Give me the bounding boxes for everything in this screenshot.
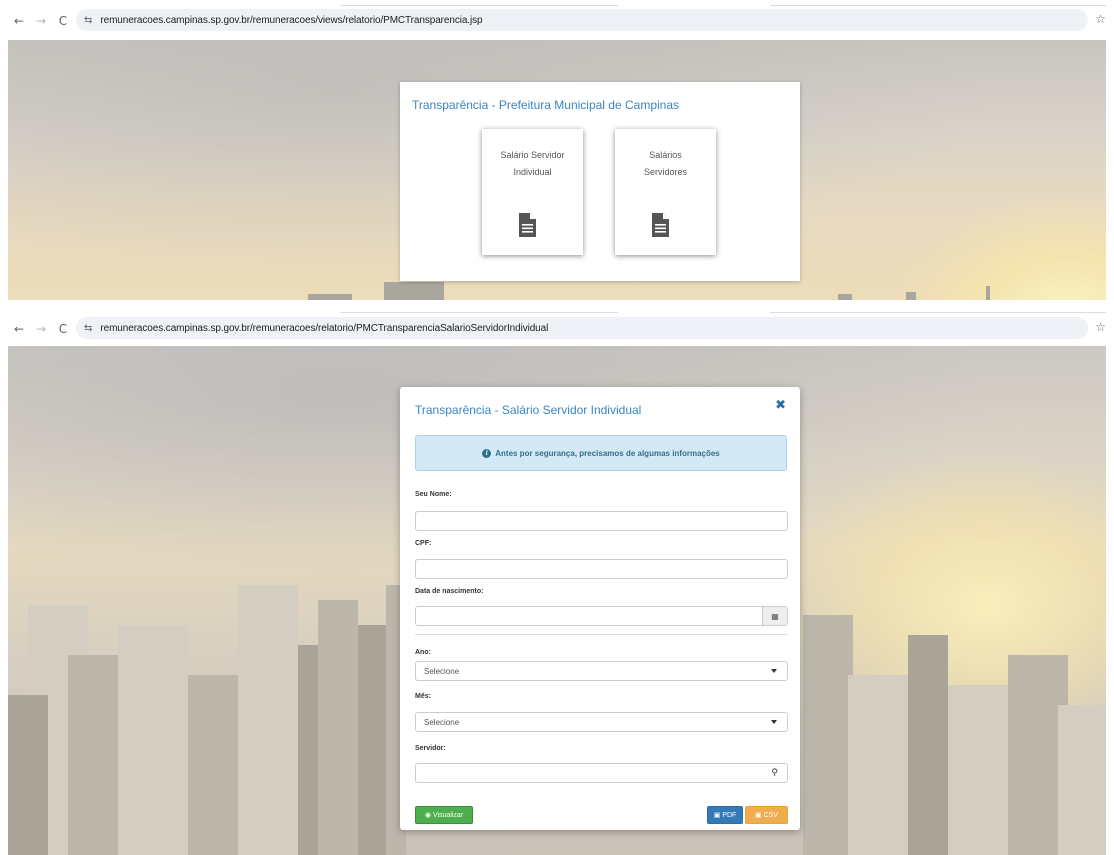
visualizar-button[interactable]: ◉ Visualizar [415,806,473,824]
address-bar[interactable]: ⇆ remuneracoes.campinas.sp.gov.br/remune… [76,9,1088,31]
building-silhouette [986,286,990,300]
alert-text: Antes por segurança, precisamos de algum… [495,448,720,458]
servidor-input[interactable]: ⚲ [415,763,788,783]
pdf-file-icon: ▣ [713,811,721,819]
building-silhouette [8,695,48,855]
building-silhouette [906,292,916,300]
tile-salarios-servidores[interactable]: Salários Servidores [615,129,716,255]
search-icon[interactable]: ⚲ [771,768,778,778]
info-icon: i [482,448,492,458]
nome-label: Seu Nome: [415,491,452,498]
info-alert: i Antes por segurança, precisamos de alg… [415,435,787,471]
building-silhouette [908,635,948,855]
building-silhouette [238,585,298,855]
eye-icon: ◉ [424,811,431,819]
site-settings-icon[interactable]: ⇆ [84,15,92,26]
nome-input[interactable] [415,511,788,531]
forward-arrow-icon[interactable]: → [30,318,52,340]
address-bar[interactable]: ⇆ remuneracoes.campinas.sp.gov.br/remune… [76,317,1088,339]
ano-select[interactable]: Selecione [415,661,788,681]
back-arrow-icon[interactable]: ← [8,10,30,32]
pdf-button[interactable]: ▣ PDF [707,806,743,824]
mes-select[interactable]: Selecione [415,712,788,732]
nascimento-label: Data de nascimento: [415,588,484,595]
building-silhouette [1058,705,1106,855]
document-icon [519,213,536,237]
document-icon [652,213,669,237]
building-silhouette [384,282,444,300]
form-divider [415,634,788,635]
building-silhouette [838,294,852,300]
reload-icon[interactable]: C [52,10,74,32]
tile-label: Salário Servidor Individual [500,150,565,177]
cpf-input[interactable] [415,559,788,579]
tile-salario-servidor-individual[interactable]: Salário Servidor Individual [482,129,583,255]
ano-label: Ano: [415,649,431,656]
calendar-icon[interactable]: ▦ [762,607,787,625]
transparencia-card: Transparência - Prefeitura Municipal de … [400,82,800,281]
bookmark-star-icon[interactable]: ☆ [1095,12,1106,26]
card-title: Transparência - Prefeitura Municipal de … [412,98,680,112]
caret-down-icon [771,669,777,673]
reload-icon[interactable]: C [52,318,74,340]
site-settings-icon[interactable]: ⇆ [84,323,92,334]
building-silhouette [848,675,908,855]
cpf-label: CPF: [415,540,432,547]
tile-label: Salários Servidores [643,150,688,177]
tab-strip-line [340,312,618,313]
forward-arrow-icon[interactable]: → [30,10,52,32]
url-text: remuneracoes.campinas.sp.gov.br/remunera… [100,14,483,26]
tab-strip-line [770,312,1106,313]
nascimento-input[interactable]: ▦ [415,606,788,626]
url-text: remuneracoes.campinas.sp.gov.br/remunera… [100,322,549,334]
mes-label: Mês: [415,693,431,700]
csv-file-icon: ▣ [754,811,762,819]
building-silhouette [118,625,188,855]
building-silhouette [308,294,352,300]
servidor-label: Servidor: [415,745,446,752]
building-silhouette [318,600,358,855]
browser-toolbar-1: ← → C ⇆ remuneracoes.campinas.sp.gov.br/… [0,6,1114,36]
back-arrow-icon[interactable]: ← [8,318,30,340]
modal-title: Transparência - Salário Servidor Individ… [415,403,642,417]
building-silhouette [803,615,853,855]
mes-selected-value: Selecione [424,718,460,727]
bookmark-star-icon[interactable]: ☆ [1095,320,1106,334]
caret-down-icon [771,720,777,724]
building-silhouette [68,655,118,855]
salario-servidor-modal: Transparência - Salário Servidor Individ… [400,387,800,830]
browser-toolbar-2: ← → C ⇆ remuneracoes.campinas.sp.gov.br/… [0,314,1114,344]
close-icon[interactable]: ✖ [775,398,786,413]
ano-selected-value: Selecione [424,667,460,676]
csv-button[interactable]: ▣ CSV [745,806,788,824]
